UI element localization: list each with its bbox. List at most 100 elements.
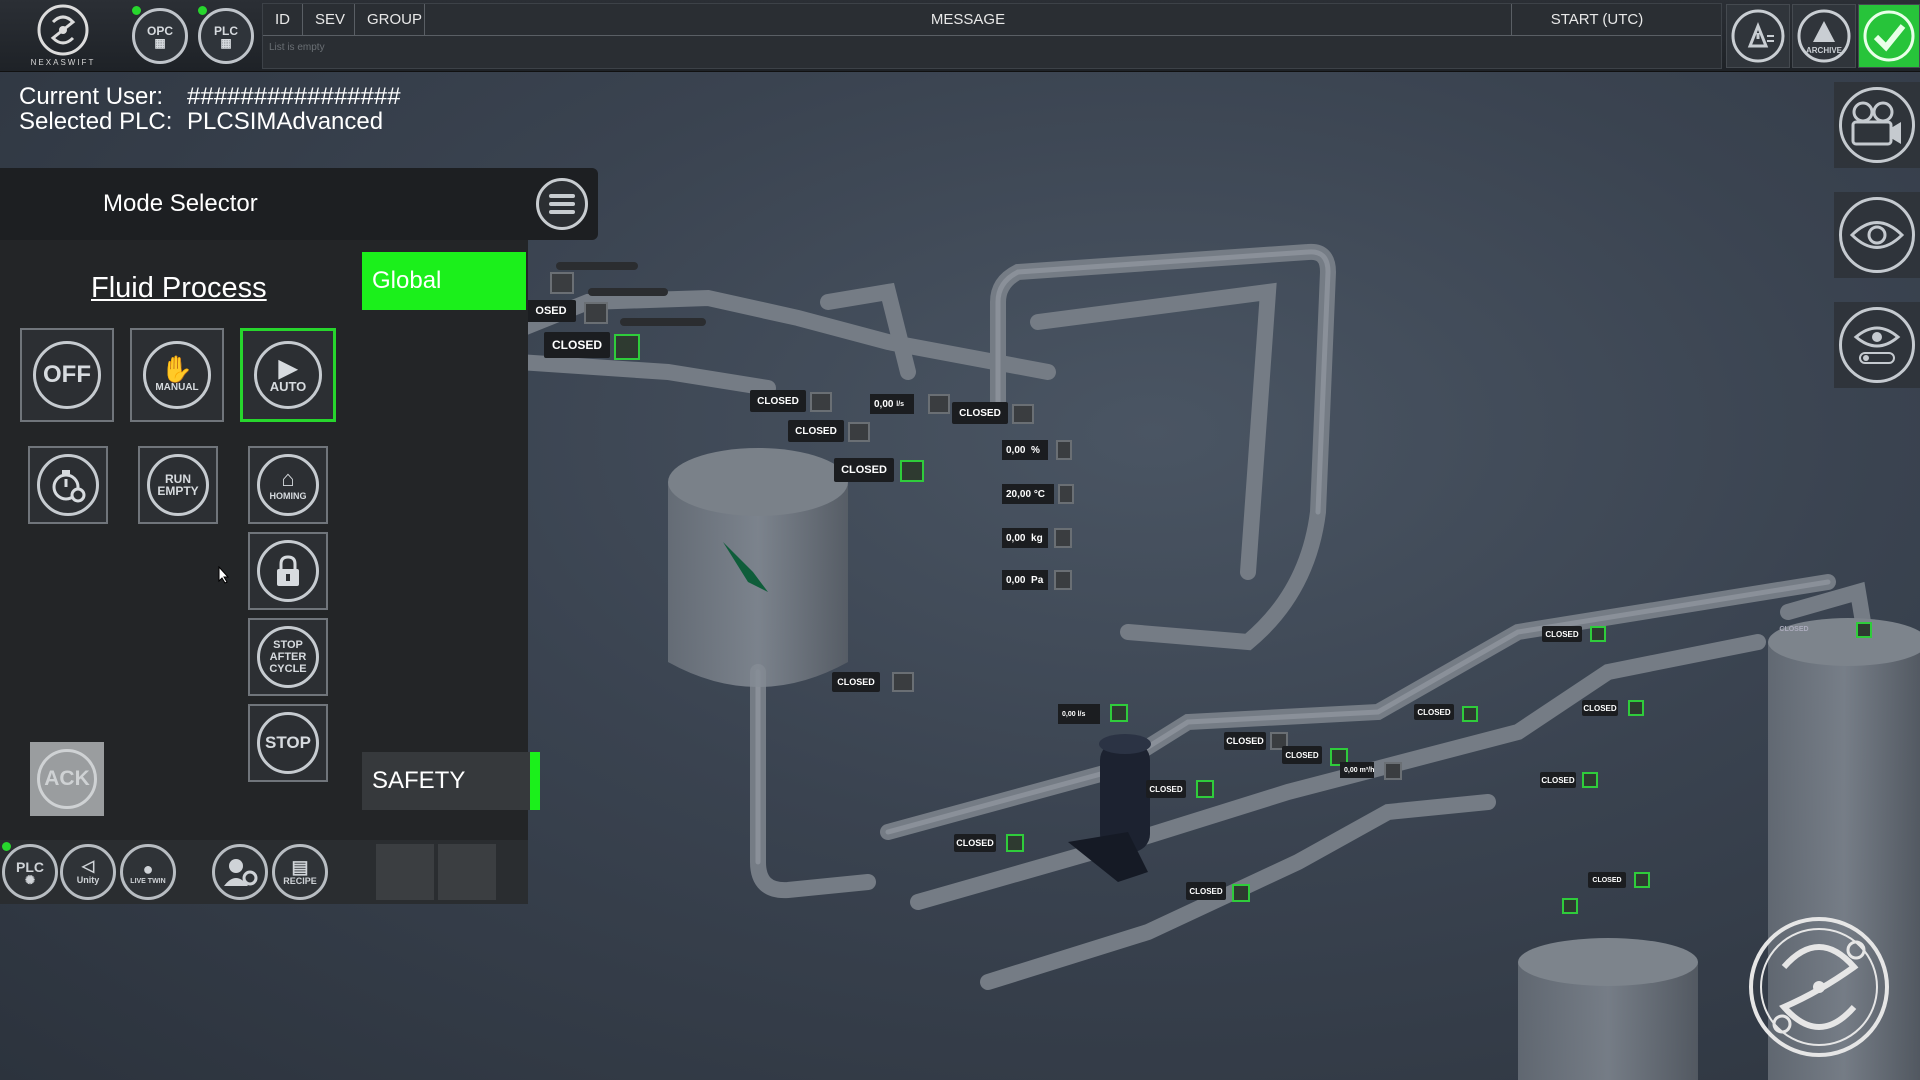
level-unit: % <box>1031 444 1040 456</box>
valve-tag-200v1[interactable]: CLOSED <box>832 672 880 692</box>
valve-tag-400v4[interactable]: CLOSED <box>1224 732 1266 750</box>
col-message[interactable]: MESSAGE <box>425 4 1512 35</box>
weight-value: 0,00 <box>1006 532 1026 544</box>
valve-tag-500v1[interactable]: CLOSED <box>1414 704 1454 720</box>
valve-tag-200v5[interactable]: CLOSED <box>952 402 1008 424</box>
stop-after-label-2: AFTER <box>269 651 307 663</box>
valve-tag-600v2[interactable]: CLOSED <box>1588 872 1626 888</box>
valve-icon-500v1[interactable] <box>1462 706 1478 722</box>
live-twin-button[interactable]: ● LIVE TWIN <box>120 844 176 900</box>
cpu-icon: ✺ <box>24 873 36 887</box>
visibility-settings-button[interactable] <box>1834 302 1920 388</box>
temperature-value: 20,00 <box>1006 488 1032 500</box>
level-sensor-icon[interactable] <box>1056 440 1072 460</box>
valve-tag-300v1[interactable]: CLOSED <box>954 834 996 852</box>
valve-icon-600v3[interactable] <box>1562 898 1578 914</box>
pump-icon-300p1[interactable] <box>1110 704 1128 722</box>
valve-tag-400v3[interactable]: CLOSED <box>1146 780 1186 798</box>
valve-tag-200v21[interactable]: CLOSED <box>788 420 844 442</box>
flowmeter-icon-400[interactable] <box>1384 762 1402 780</box>
valve-icon-500v2[interactable] <box>1628 700 1644 716</box>
valve-tag-600v1[interactable]: CLOSED <box>1776 622 1812 636</box>
valve-icon-200v31[interactable] <box>900 460 924 482</box>
alarm-table-header: ID SEV GROUP MESSAGE START (UTC) <box>263 4 1721 36</box>
valve-icon-200v11[interactable] <box>810 392 832 412</box>
valve-tag-500v4[interactable]: CLOSED <box>1542 626 1582 642</box>
mode-off-button[interactable]: OFF <box>20 328 114 422</box>
plc-bottom-button[interactable]: PLC ✺ <box>2 844 58 900</box>
valve-icon-600v2[interactable] <box>1634 872 1650 888</box>
valve-tag-500v3[interactable]: CLOSED <box>1540 772 1576 788</box>
cycle-timer-button[interactable] <box>28 446 108 524</box>
plc-button[interactable]: PLC ▦ <box>198 8 254 64</box>
eye-icon <box>1849 221 1905 249</box>
empty-slot-2[interactable] <box>438 844 496 900</box>
pressure-readout: 0,00 Pa <box>1002 570 1048 590</box>
opc-button[interactable]: OPC ▦ <box>132 8 188 64</box>
book-icon: ▤ <box>291 857 309 877</box>
acknowledge-all-button[interactable] <box>1858 4 1920 68</box>
unity-icon: ◁ <box>81 858 95 875</box>
mode-manual-button[interactable]: ✋ MANUAL <box>130 328 224 422</box>
col-start-utc[interactable]: START (UTC) <box>1512 4 1682 35</box>
valve-tag-200v11[interactable]: CLOSED <box>750 390 806 412</box>
temperature-sensor-icon[interactable] <box>1058 484 1074 504</box>
homing-button[interactable]: ⌂ HOMING <box>248 446 328 524</box>
mode-auto-button[interactable]: ▶ AUTO <box>240 328 336 422</box>
flow-readout-200r1: 0,00 l/s <box>870 394 914 414</box>
valve-tag-500v2[interactable]: CLOSED <box>1582 700 1618 716</box>
weight-sensor-icon[interactable] <box>1054 528 1072 548</box>
hamburger-menu-button[interactable] <box>536 178 588 230</box>
brand-logo-icon <box>37 4 89 56</box>
col-sev[interactable]: SEV <box>303 4 355 35</box>
valve-tag-200v20[interactable]: OSED <box>526 300 576 322</box>
camera-button[interactable] <box>1834 82 1920 168</box>
valve-icon-400v2[interactable] <box>1232 884 1250 902</box>
flow-readout-400: 0,00 m³/h <box>1340 762 1374 778</box>
valve-icon-600v1[interactable] <box>1856 622 1872 638</box>
valve-icon-500v3[interactable] <box>1582 772 1598 788</box>
fluid-process-title[interactable]: Fluid Process <box>91 272 267 305</box>
alarm-table[interactable]: ID SEV GROUP MESSAGE START (UTC) List is… <box>262 3 1722 69</box>
valve-icon-500v4[interactable] <box>1590 626 1606 642</box>
col-id[interactable]: ID <box>263 4 303 35</box>
view-button[interactable] <box>1834 192 1920 278</box>
play-icon: ▶ <box>278 355 298 382</box>
safety-button[interactable]: SAFETY <box>362 752 540 810</box>
valve-icon-200v10[interactable] <box>550 272 574 294</box>
recipe-label: RECIPE <box>283 876 317 886</box>
current-user-value: ################ <box>187 83 401 110</box>
valve-tag-200v30[interactable]: CLOSED <box>544 332 610 358</box>
valve-tag-400v5[interactable]: CLOSED <box>1282 746 1322 764</box>
mouse-cursor-icon <box>218 566 230 584</box>
valve-icon-200v1[interactable] <box>892 672 914 692</box>
mode-selector-header: Mode Selector <box>0 168 598 240</box>
alarm-list-button[interactable] <box>1726 4 1790 68</box>
valve-icon-200v5[interactable] <box>1012 404 1034 424</box>
ack-button[interactable]: ACK <box>30 742 104 816</box>
lock-button[interactable] <box>248 532 328 610</box>
valve-tag-400v2[interactable]: CLOSED <box>1186 882 1226 900</box>
pressure-sensor-icon[interactable] <box>1054 570 1072 590</box>
run-empty-button[interactable]: RUN EMPTY <box>138 446 218 524</box>
mixer-icon-200r1[interactable] <box>928 394 950 414</box>
user-settings-button[interactable] <box>212 844 268 900</box>
empty-slot-1[interactable] <box>376 844 434 900</box>
valve-tag-200v31[interactable]: CLOSED <box>834 458 894 482</box>
selected-plc-value: PLCSIMAdvanced <box>187 108 384 135</box>
stop-after-cycle-button[interactable]: STOP AFTER CYCLE <box>248 618 328 696</box>
archive-button[interactable]: ARCHIVE <box>1792 4 1856 68</box>
valve-icon-300v1[interactable] <box>1006 834 1024 852</box>
valve-icon-200v20[interactable] <box>584 302 608 324</box>
valve-icon-200v30[interactable] <box>614 334 640 360</box>
brand-name: NEXASWIFT <box>30 58 96 67</box>
valve-icon-200v21[interactable] <box>848 422 870 442</box>
process-3d-view[interactable]: OSED CLOSED CLOSED CLOSED CLOSED CLOSED … <box>526 72 1920 1080</box>
global-scope-button[interactable]: Global <box>362 252 526 310</box>
valve-icon-400v3[interactable] <box>1196 780 1214 798</box>
col-group[interactable]: GROUP <box>355 4 425 35</box>
recipe-button[interactable]: ▤ RECIPE <box>272 844 328 900</box>
unity-button[interactable]: ◁ Unity <box>60 844 116 900</box>
archive-label: ARCHIVE <box>1806 46 1843 55</box>
stop-button[interactable]: STOP <box>248 704 328 782</box>
